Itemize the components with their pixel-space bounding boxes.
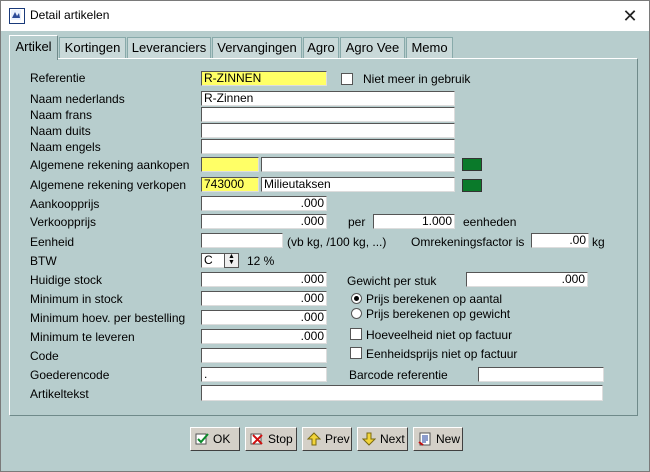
rekening-verkopen-lookup-button[interactable] (462, 179, 482, 192)
btw-field[interactable]: C (201, 253, 225, 268)
label-huidige-stock: Huidige stock (30, 273, 103, 287)
new-label: New (436, 432, 461, 446)
label-kg: kg (592, 235, 605, 249)
label-eenheid-hint: (vb kg, /100 kg, ...) (287, 235, 387, 249)
minimum-stock-field[interactable]: .000 (201, 291, 327, 306)
prijs-aantal-radio[interactable] (351, 293, 362, 304)
stop-button[interactable]: Stop (245, 427, 297, 451)
tab-agro[interactable]: Agro (303, 37, 339, 58)
label-minimum-leveren: Minimum te leveren (30, 330, 135, 344)
label-naam-engels: Naam engels (30, 140, 101, 154)
label-btw-pct: 12 % (247, 254, 275, 268)
close-icon[interactable]: ✕ (615, 3, 645, 29)
app-icon (9, 8, 25, 24)
eenheidsprijs-factuur-checkbox[interactable] (350, 347, 362, 359)
omrekening-field[interactable]: .00 (531, 233, 589, 248)
gewicht-field[interactable]: .000 (466, 272, 588, 287)
label-minimum-bestelling: Minimum hoev. per bestelling (30, 311, 186, 325)
ok-check-icon (195, 433, 209, 445)
tab-artikel[interactable]: Artikel (9, 35, 58, 60)
arrow-down-icon (362, 432, 376, 446)
rekening-verkopen-code-field[interactable]: 743000 (201, 177, 259, 192)
tab-agro-vee[interactable]: Agro Vee (340, 37, 405, 58)
goederencode-field[interactable]: . (201, 367, 327, 382)
label-prijs-gewicht: Prijs berekenen op gewicht (366, 307, 511, 321)
label-gewicht: Gewicht per stuk (347, 274, 437, 288)
label-rekening-verkopen: Algemene rekening verkopen (30, 178, 187, 192)
title-bar: Detail artikelen ✕ (1, 1, 649, 31)
label-verkoopprijs: Verkoopprijs (30, 215, 97, 229)
label-naam-duits: Naam duits (30, 124, 91, 138)
label-barcode: Barcode referentie (349, 368, 448, 382)
minimum-leveren-field[interactable]: .000 (201, 329, 327, 344)
new-button[interactable]: New (413, 427, 463, 451)
niet-meer-checkbox[interactable] (341, 73, 353, 85)
arrow-up-icon (307, 432, 321, 446)
per-eenheden-field[interactable]: 1.000 (373, 214, 455, 229)
tab-memo[interactable]: Memo (406, 37, 453, 58)
rekening-aankopen-lookup-button[interactable] (462, 158, 482, 171)
hoeveelheid-factuur-checkbox[interactable] (350, 328, 362, 340)
label-code: Code (30, 349, 59, 363)
minimum-bestelling-field[interactable]: .000 (201, 310, 327, 325)
tab-kortingen[interactable]: Kortingen (59, 37, 126, 58)
label-eenheid: Eenheid (30, 235, 75, 249)
label-btw: BTW (30, 254, 57, 268)
label-omrekening: Omrekeningsfactor is (411, 235, 525, 249)
label-naam-nederlands: Naam nederlands (30, 92, 125, 106)
label-artikeltekst: Artikeltekst (30, 387, 89, 401)
label-minimum-stock: Minimum in stock (30, 292, 123, 306)
label-eenheidsprijs-factuur: Eenheidsprijs niet op factuur (366, 347, 518, 361)
spin-down-icon[interactable]: ▼ (225, 259, 238, 266)
window-title: Detail artikelen (30, 8, 110, 22)
ok-button[interactable]: OK (190, 427, 240, 451)
tab-vervangingen[interactable]: Vervangingen (212, 37, 302, 58)
naam-nederlands-field[interactable]: R-Zinnen (201, 91, 455, 106)
code-field[interactable] (201, 348, 327, 363)
tab-leveranciers[interactable]: Leveranciers (127, 37, 211, 58)
label-prijs-aantal: Prijs berekenen op aantal (366, 292, 503, 306)
btw-spinner[interactable]: ▲ ▼ (224, 253, 239, 268)
label-eenheden: eenheden (463, 215, 517, 229)
prev-button[interactable]: Prev (302, 427, 352, 451)
ok-label: OK (213, 432, 231, 446)
barcode-field[interactable] (478, 367, 604, 382)
label-per: per (348, 215, 366, 229)
naam-duits-field[interactable] (201, 123, 455, 138)
detail-window: Detail artikelen ✕ Artikel Kortingen Lev… (0, 0, 650, 472)
label-aankoopprijs: Aankoopprijs (30, 197, 100, 211)
new-document-icon (418, 432, 431, 446)
next-label: Next (380, 432, 405, 446)
rekening-aankopen-naam-field[interactable] (261, 157, 455, 172)
prev-label: Prev (325, 432, 350, 446)
huidige-stock-field[interactable]: .000 (201, 272, 327, 287)
eenheid-field[interactable] (201, 233, 283, 248)
referentie-field[interactable]: R-ZINNEN (201, 71, 327, 86)
next-button[interactable]: Next (357, 427, 408, 451)
naam-frans-field[interactable] (201, 107, 455, 122)
stop-x-icon (250, 433, 263, 445)
label-niet-meer: Niet meer in gebruik (363, 72, 471, 86)
label-hoeveelheid-factuur: Hoeveelheid niet op factuur (366, 328, 513, 342)
rekening-verkopen-naam-field[interactable]: Milieutaksen (261, 177, 455, 192)
label-goederencode: Goederencode (30, 368, 110, 382)
label-referentie: Referentie (30, 71, 86, 85)
rekening-aankopen-code-field[interactable] (201, 157, 259, 172)
prijs-gewicht-radio[interactable] (351, 308, 362, 319)
stop-label: Stop (268, 432, 293, 446)
label-rekening-aankopen: Algemene rekening aankopen (30, 158, 190, 172)
label-naam-frans: Naam frans (30, 108, 93, 122)
naam-engels-field[interactable] (201, 139, 455, 154)
aankoopprijs-field[interactable]: .000 (201, 196, 327, 211)
artikeltekst-field[interactable] (201, 385, 603, 401)
verkoopprijs-field[interactable]: .000 (201, 214, 327, 229)
